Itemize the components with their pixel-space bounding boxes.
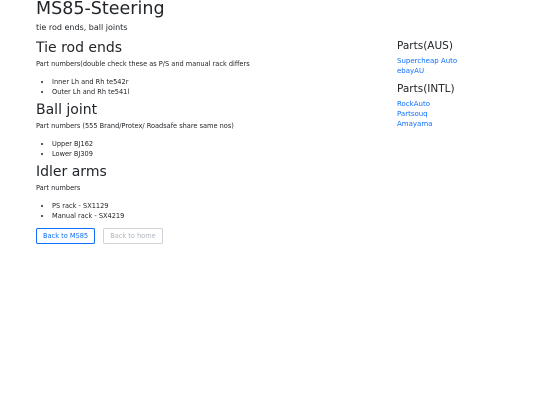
section-ball-joint: Ball joint Part numbers (555 Brand/Prote… bbox=[36, 102, 366, 159]
section-heading: Tie rod ends bbox=[36, 40, 123, 56]
link-supercheap-auto[interactable]: Supercheap Auto bbox=[397, 56, 527, 66]
parts-list: Upper BJ162 Lower BJ309 bbox=[36, 139, 366, 159]
section-description: Part numbers(double check these as P/S a… bbox=[36, 60, 250, 68]
parts-intl-heading: Parts(INTL) bbox=[397, 83, 455, 95]
list-item: Outer Lh and Rh te541l bbox=[52, 87, 366, 97]
parts-aus-heading: Parts(AUS) bbox=[397, 40, 453, 52]
list-item: Lower BJ309 bbox=[52, 149, 366, 159]
parts-intl-links: RockAuto Partsouq Amayama bbox=[397, 99, 527, 129]
link-partsouq[interactable]: Partsouq bbox=[397, 109, 527, 119]
link-ebay-au[interactable]: ebayAU bbox=[397, 66, 527, 76]
page-subtitle: tie rod ends, ball joints bbox=[36, 23, 128, 32]
list-item: Manual rack - SX4219 bbox=[52, 211, 366, 221]
section-idler-arms: Idler arms Part numbers PS rack - SX1129… bbox=[36, 164, 366, 221]
section-description: Part numbers bbox=[36, 184, 81, 192]
section-heading: Idler arms bbox=[36, 164, 107, 180]
list-item: Inner Lh and Rh te542r bbox=[52, 77, 366, 87]
back-to-home-button[interactable]: Back to home bbox=[103, 228, 163, 244]
parts-aus-links: Supercheap Auto ebayAU bbox=[397, 56, 527, 76]
button-row: Back to MS85 Back to home bbox=[36, 228, 166, 247]
parts-list: PS rack - SX1129 Manual rack - SX4219 bbox=[36, 201, 366, 221]
back-to-ms85-button[interactable]: Back to MS85 bbox=[36, 228, 96, 244]
list-item: Upper BJ162 bbox=[52, 139, 366, 149]
list-item: PS rack - SX1129 bbox=[52, 201, 366, 211]
link-amayama[interactable]: Amayama bbox=[397, 119, 527, 129]
page-title: MS85-Steering bbox=[36, 0, 165, 19]
parts-list: Inner Lh and Rh te542r Outer Lh and Rh t… bbox=[36, 77, 366, 97]
section-description: Part numbers (555 Brand/Protex/ Roadsafe… bbox=[36, 122, 234, 130]
sidebar: Parts(AUS) Supercheap Auto ebayAU Parts(… bbox=[397, 40, 527, 129]
section-tie-rod-ends: Tie rod ends Part numbers(double check t… bbox=[36, 40, 366, 97]
section-heading: Ball joint bbox=[36, 102, 98, 118]
link-rockauto[interactable]: RockAuto bbox=[397, 99, 527, 109]
